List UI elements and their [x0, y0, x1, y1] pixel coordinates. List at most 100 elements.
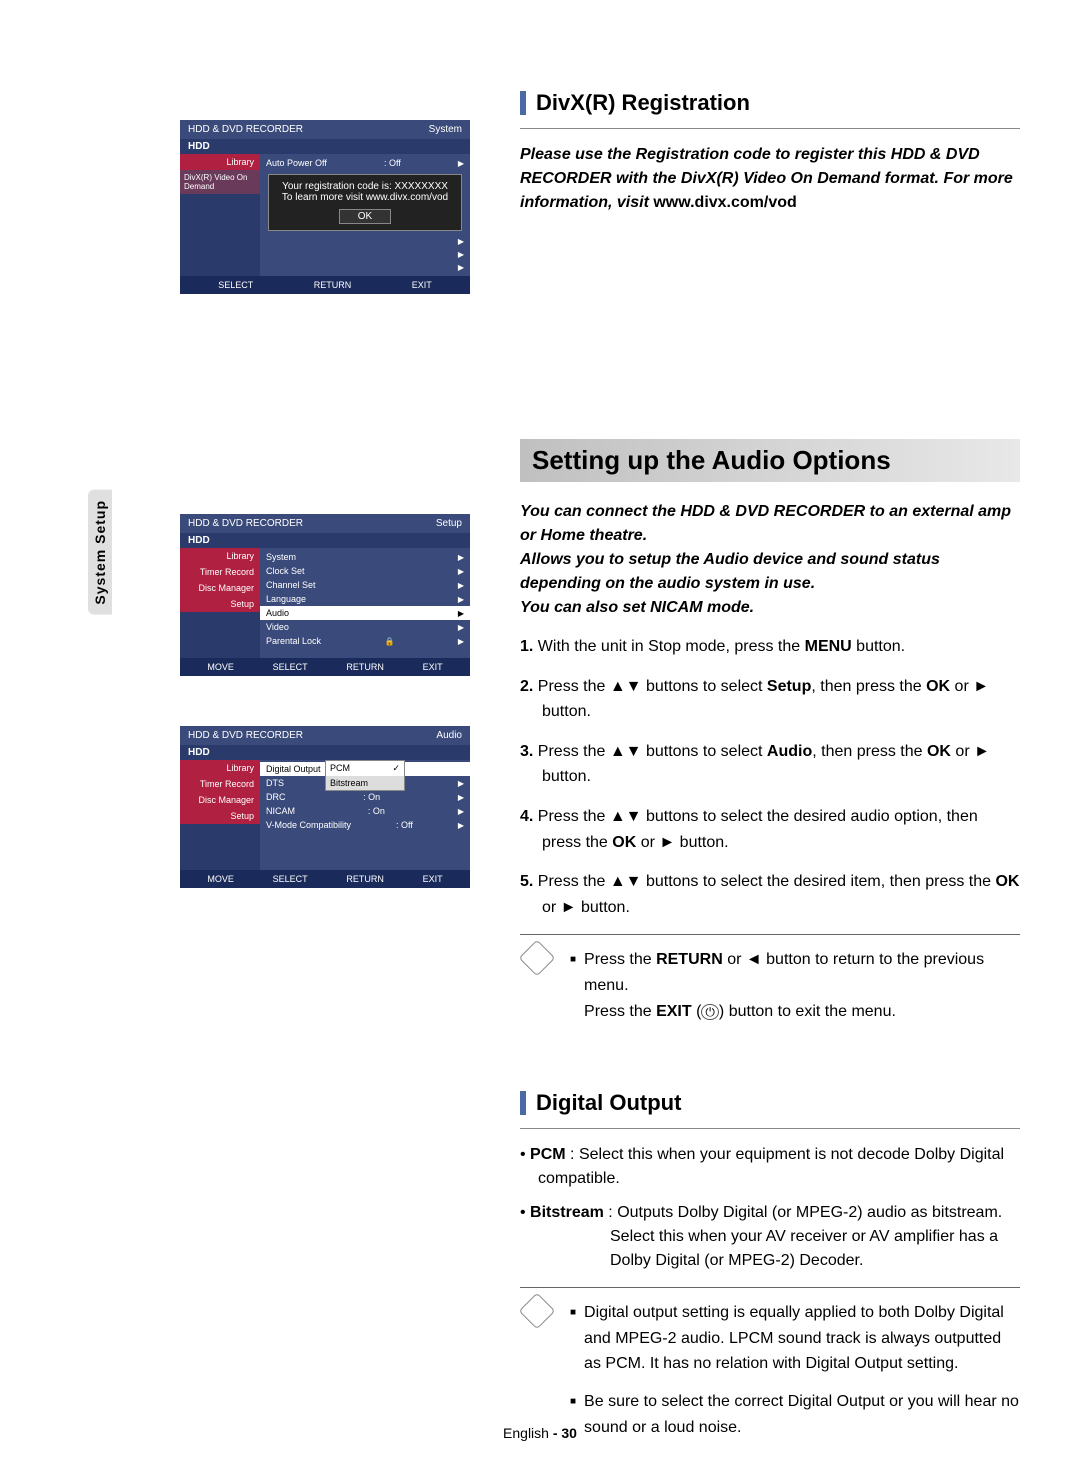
osd-sidebar-disc[interactable]: Disc Manager [180, 580, 260, 596]
osd-row-value: : Off [384, 158, 401, 168]
exit-circle-icon: ⏻ [701, 1004, 719, 1020]
chevron-right-icon: ▶ [458, 821, 464, 830]
chevron-right-icon: ▶ [458, 553, 464, 562]
osd-sidebar-divx[interactable]: DivX(R) Video On Demand [180, 170, 260, 194]
audio-intro: You can connect the HDD & DVD RECORDER t… [520, 500, 1020, 620]
chevron-right-icon: ▶ [458, 237, 464, 246]
osd-footer-exit: EXIT [412, 280, 432, 290]
chevron-right-icon: ▶ [458, 159, 464, 168]
heading-text: DivX(R) Registration [536, 90, 750, 116]
chevron-right-icon: ▶ [458, 250, 464, 259]
square-bullet-icon: ■ [570, 952, 576, 1024]
osd-divx-registration: HDD & DVD RECORDER System HDD Library Di… [180, 120, 470, 294]
osd-audio-digital-output: HDD & DVD RECORDER Audio HDD Library Tim… [180, 726, 470, 888]
digital-note: ■Digital output setting is equally appli… [520, 1287, 1020, 1456]
osd-corner: Setup [436, 518, 462, 529]
osd-corner: System [429, 124, 462, 135]
osd-footer-select: SELECT [273, 874, 308, 884]
osd-sidebar-library[interactable]: Library [180, 548, 260, 564]
menu-item[interactable]: System [266, 552, 296, 562]
menu-item[interactable]: DRC [266, 792, 286, 802]
menu-item[interactable]: Video [266, 622, 289, 632]
step-4: 4. Press the ▲▼ buttons to select the de… [520, 804, 1020, 855]
osd-divx-dialog: Your registration code is: XXXXXXXX To l… [268, 174, 462, 231]
osd-footer-move: MOVE [207, 874, 234, 884]
osd-row-label: Auto Power Off [266, 158, 327, 168]
chevron-right-icon: ▶ [458, 581, 464, 590]
lock-icon [384, 636, 394, 646]
osd-sidebar-library[interactable]: Library [180, 760, 260, 776]
menu-value: : Off [396, 820, 413, 830]
menu-item-audio[interactable]: Audio [266, 608, 289, 618]
osd-footer-select: SELECT [273, 662, 308, 672]
osd-footer-move: MOVE [207, 662, 234, 672]
osd-title: HDD & DVD RECORDER [188, 124, 303, 135]
chevron-right-icon: ▶ [458, 793, 464, 802]
heading-text: Digital Output [536, 1090, 681, 1116]
osd-setup-audio: HDD & DVD RECORDER Setup HDD Library Tim… [180, 514, 470, 676]
chevron-right-icon: ▶ [458, 779, 464, 788]
osd-title: HDD & DVD RECORDER [188, 730, 303, 741]
menu-item[interactable]: V-Mode Compatibility [266, 820, 351, 830]
osd-sidebar-timer[interactable]: Timer Record [180, 564, 260, 580]
osd-footer-return: RETURN [346, 662, 384, 672]
step-5: 5. Press the ▲▼ buttons to select the de… [520, 869, 1020, 920]
audio-note: ■Press the RETURN or ◄ button to return … [520, 934, 1020, 1040]
osd-footer-return: RETURN [314, 280, 352, 290]
osd-sidebar-disc[interactable]: Disc Manager [180, 792, 260, 808]
osd-corner: Audio [436, 730, 462, 741]
digital-output-popup: PCM ✓ Bitstream [325, 760, 405, 791]
divx-intro: Please use the Registration code to regi… [520, 143, 1020, 215]
heading-bar-icon [520, 1091, 526, 1115]
menu-item[interactable]: NICAM [266, 806, 295, 816]
osd-footer-return: RETURN [346, 874, 384, 884]
osd-ok-button[interactable]: OK [339, 209, 391, 224]
square-bullet-icon: ■ [570, 1305, 576, 1377]
chevron-right-icon: ▶ [458, 263, 464, 272]
step-2: 2. Press the ▲▼ buttons to select Setup,… [520, 674, 1020, 725]
osd-hdd-label: HDD [180, 745, 470, 760]
osd-sidebar-setup[interactable]: Setup [180, 596, 260, 612]
divx-heading: DivX(R) Registration [520, 90, 1020, 116]
menu-item[interactable]: Language [266, 594, 306, 604]
osd-footer-exit: EXIT [423, 662, 443, 672]
step-1: 1. With the unit in Stop mode, press the… [520, 634, 1020, 660]
audio-title: Setting up the Audio Options [520, 439, 1020, 482]
step-3: 3. Press the ▲▼ buttons to select Audio,… [520, 739, 1020, 790]
osd-sidebar-library[interactable]: Library [180, 154, 260, 170]
dialog-line-2: To learn more visit www.divx.com/vod [275, 192, 455, 203]
menu-item[interactable]: Parental Lock [266, 636, 321, 646]
chevron-right-icon: ▶ [458, 623, 464, 632]
osd-hdd-label: HDD [180, 533, 470, 548]
right-column: DivX(R) Registration Please use the Regi… [520, 90, 1020, 1456]
chevron-right-icon: ▶ [458, 595, 464, 604]
digital-bullets: • PCM : Select this when your equipment … [520, 1143, 1020, 1273]
osd-footer-select: SELECT [218, 280, 253, 290]
digital-section: Digital Output • PCM : Select this when … [520, 1090, 1020, 1456]
osd-footer-exit: EXIT [423, 874, 443, 884]
side-tab: System Setup [88, 490, 112, 615]
osd-sidebar-setup[interactable]: Setup [180, 808, 260, 824]
chevron-right-icon: ▶ [458, 567, 464, 576]
dialog-line-1: Your registration code is: XXXXXXXX [275, 181, 455, 192]
page-footer: English - 30 [503, 1425, 577, 1441]
osd-sidebar-timer[interactable]: Timer Record [180, 776, 260, 792]
chevron-right-icon: ▶ [458, 637, 464, 646]
check-icon: ✓ [392, 763, 400, 774]
bullet-bitstream: • Bitstream : Outputs Dolby Digital (or … [520, 1201, 1020, 1273]
menu-value: : On [363, 792, 380, 802]
popup-pcm[interactable]: PCM [330, 763, 350, 774]
popup-bitstream[interactable]: Bitstream [330, 778, 368, 788]
heading-bar-icon [520, 91, 526, 115]
chevron-right-icon: ▶ [458, 609, 464, 618]
osd-hdd-label: HDD [180, 139, 470, 154]
menu-item[interactable]: Clock Set [266, 566, 305, 576]
chevron-right-icon: ▶ [458, 807, 464, 816]
left-column: HDD & DVD RECORDER System HDD Library Di… [180, 90, 480, 1456]
menu-item[interactable]: DTS [266, 778, 284, 788]
menu-item-digital-output[interactable]: Digital Output [266, 764, 321, 774]
menu-value: : On [368, 806, 385, 816]
digital-heading: Digital Output [520, 1090, 1020, 1116]
page-wrap: HDD & DVD RECORDER System HDD Library Di… [180, 90, 1020, 1456]
menu-item[interactable]: Channel Set [266, 580, 316, 590]
